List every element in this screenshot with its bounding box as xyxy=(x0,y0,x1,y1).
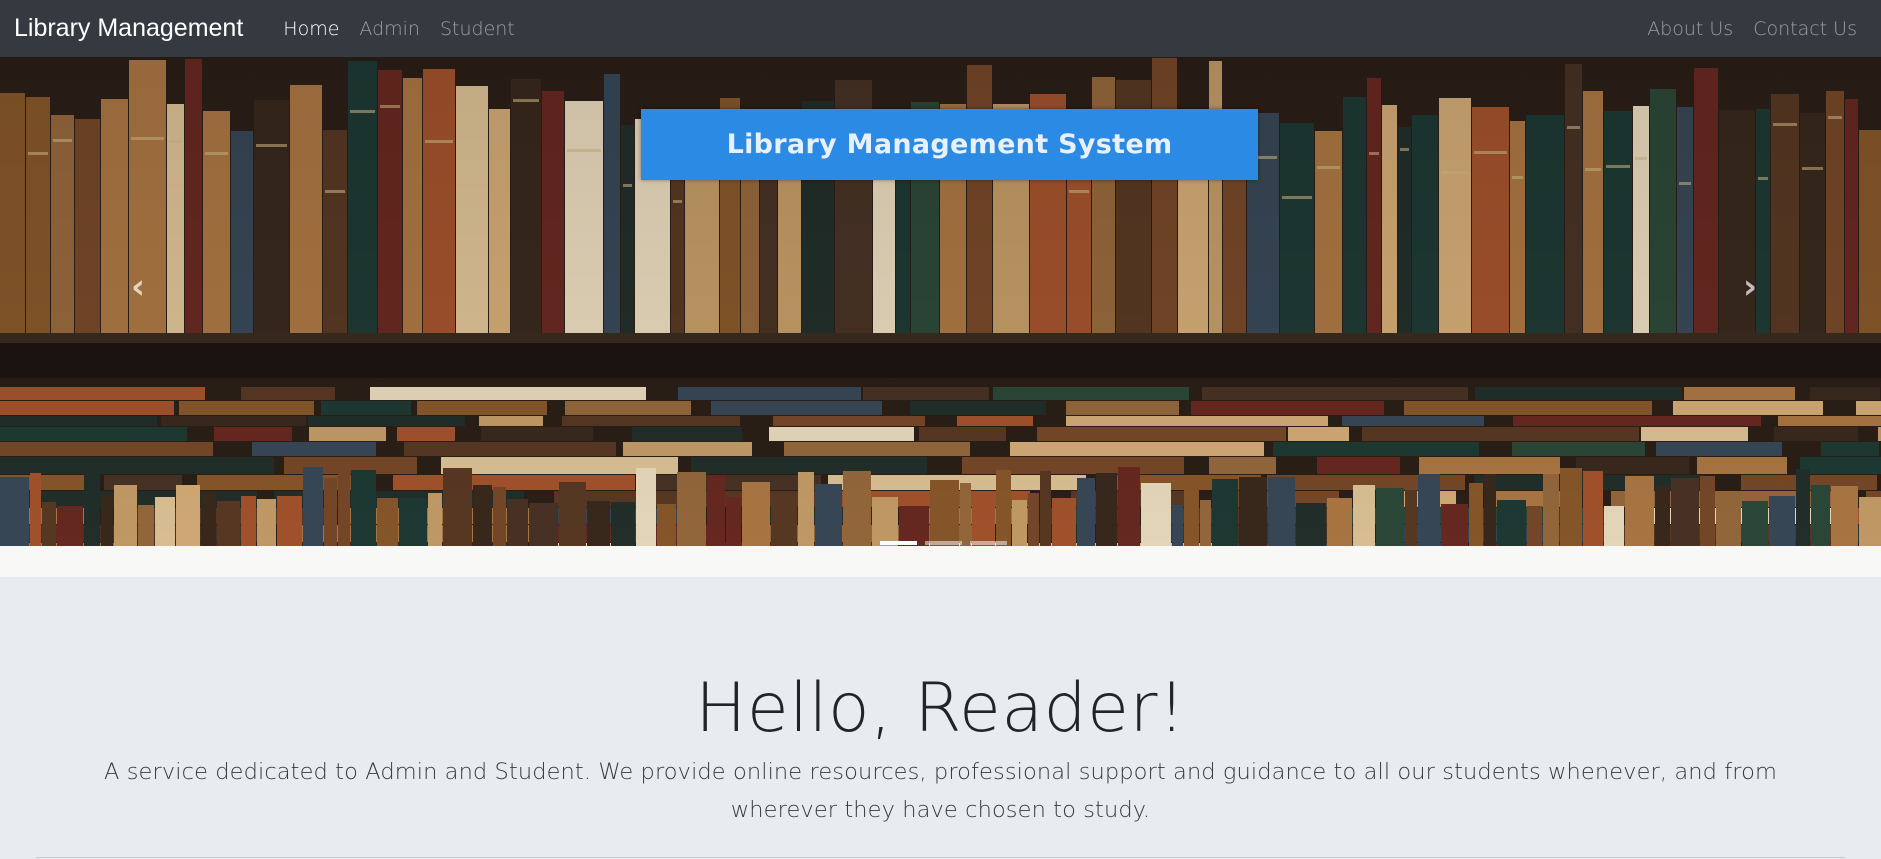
hero-carousel: Library Management System ‹ › xyxy=(0,57,1881,546)
top-navbar: Library Management Home Admin Student Ab… xyxy=(0,0,1881,57)
chevron-right-icon: › xyxy=(1742,267,1757,307)
carousel-indicator-3[interactable] xyxy=(970,541,1007,545)
carousel-next-button[interactable]: › xyxy=(1720,247,1780,327)
carousel-indicators xyxy=(880,541,1007,545)
navbar-brand[interactable]: Library Management xyxy=(14,14,243,43)
nav-right-group: About Us Contact Us xyxy=(1637,18,1867,40)
carousel-indicator-2[interactable] xyxy=(925,541,962,545)
nav-link-student[interactable]: Student xyxy=(430,18,525,40)
carousel-indicator-1[interactable] xyxy=(880,541,917,545)
nav-link-admin[interactable]: Admin xyxy=(349,18,430,40)
hero-lead-text: A service dedicated to Admin and Student… xyxy=(103,759,1778,823)
jumbotron: Hello, Reader! A service dedicated to Ad… xyxy=(0,577,1881,859)
nav-left-group: Home Admin Student xyxy=(273,18,524,40)
carousel-prev-button[interactable]: ‹ xyxy=(108,247,168,327)
chevron-left-icon: ‹ xyxy=(130,267,145,307)
nav-link-about-us[interactable]: About Us xyxy=(1637,18,1743,40)
nav-link-contact-us[interactable]: Contact Us xyxy=(1743,18,1867,40)
title-banner: Library Management System xyxy=(641,109,1258,180)
divider xyxy=(36,857,1845,858)
hero-heading: Hello, Reader! xyxy=(695,669,1186,748)
nav-link-home[interactable]: Home xyxy=(273,18,349,40)
banner-title: Library Management System xyxy=(726,129,1173,160)
image-footer-strip xyxy=(0,546,1881,577)
